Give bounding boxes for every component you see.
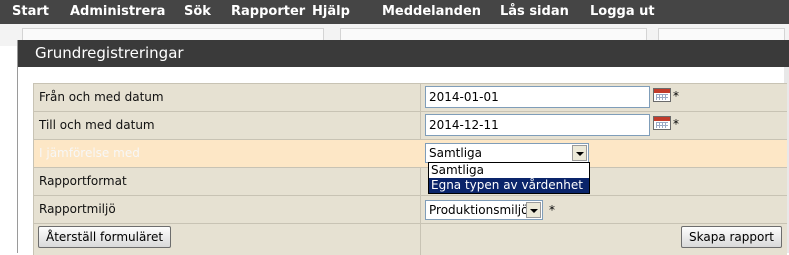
report-env-label: Rapportmiljö (39, 202, 116, 216)
menu-logga-ut[interactable]: Logga ut (590, 4, 655, 20)
required-marker: * (673, 89, 679, 103)
compare-option-egna-typen[interactable]: Egna typen av vårdenhet (429, 178, 589, 193)
form-row-to-date: Till och med datum 2014-12-11 * (34, 112, 787, 140)
form-row-report-format: Rapportformat (34, 168, 787, 196)
create-report-button[interactable]: Skapa rapport (681, 226, 782, 248)
compare-select-value: Samtliga (429, 146, 483, 160)
compare-dropdown-list: Samtliga Egna typen av vårdenhet (428, 162, 590, 194)
to-date-input[interactable]: 2014-12-11 (425, 114, 650, 136)
top-menu-bar: Start Administrera Sök Rapporter Hjälp M… (0, 0, 789, 24)
menu-administrera[interactable]: Administrera (70, 4, 165, 20)
menu-rapporter[interactable]: Rapporter (231, 4, 305, 20)
dialog-title: Grundregistreringar (18, 40, 789, 67)
reset-form-button[interactable]: Återställ formuläret (38, 226, 172, 248)
form-row-report-env: Rapportmiljö Produktionsmiljö * (34, 196, 787, 224)
report-env-select-value: Produktionsmiljö (429, 203, 529, 217)
calendar-icon[interactable] (653, 88, 671, 102)
chevron-down-icon[interactable] (526, 202, 541, 218)
report-form: Från och med datum 2014-01-01 * Till och… (33, 83, 787, 255)
required-marker: * (673, 117, 679, 131)
menu-hjalp[interactable]: Hjälp (312, 4, 350, 20)
menu-sok[interactable]: Sök (184, 4, 211, 20)
form-row-actions: Återställ formuläret Skapa rapport (34, 224, 787, 251)
menu-las-sidan[interactable]: Lås sidan (500, 4, 569, 20)
chevron-down-icon[interactable] (572, 145, 587, 161)
compare-option-samtliga[interactable]: Samtliga (429, 163, 589, 178)
compare-label: I jämförelse med (39, 146, 140, 160)
menu-meddelanden[interactable]: Meddelanden (382, 4, 481, 20)
form-row-from-date: Från och med datum 2014-01-01 * (34, 84, 787, 112)
required-marker: * (549, 203, 555, 217)
from-date-input[interactable]: 2014-01-01 (425, 86, 650, 108)
calendar-icon[interactable] (653, 116, 671, 130)
report-format-label: Rapportformat (39, 174, 127, 188)
from-date-label: Från och med datum (39, 90, 164, 104)
compare-select[interactable]: Samtliga (425, 143, 589, 163)
form-row-compare: I jämförelse med Samtliga (34, 140, 787, 168)
to-date-label: Till och med datum (39, 118, 155, 132)
menu-start[interactable]: Start (12, 4, 49, 20)
report-env-select[interactable]: Produktionsmiljö (425, 200, 543, 220)
